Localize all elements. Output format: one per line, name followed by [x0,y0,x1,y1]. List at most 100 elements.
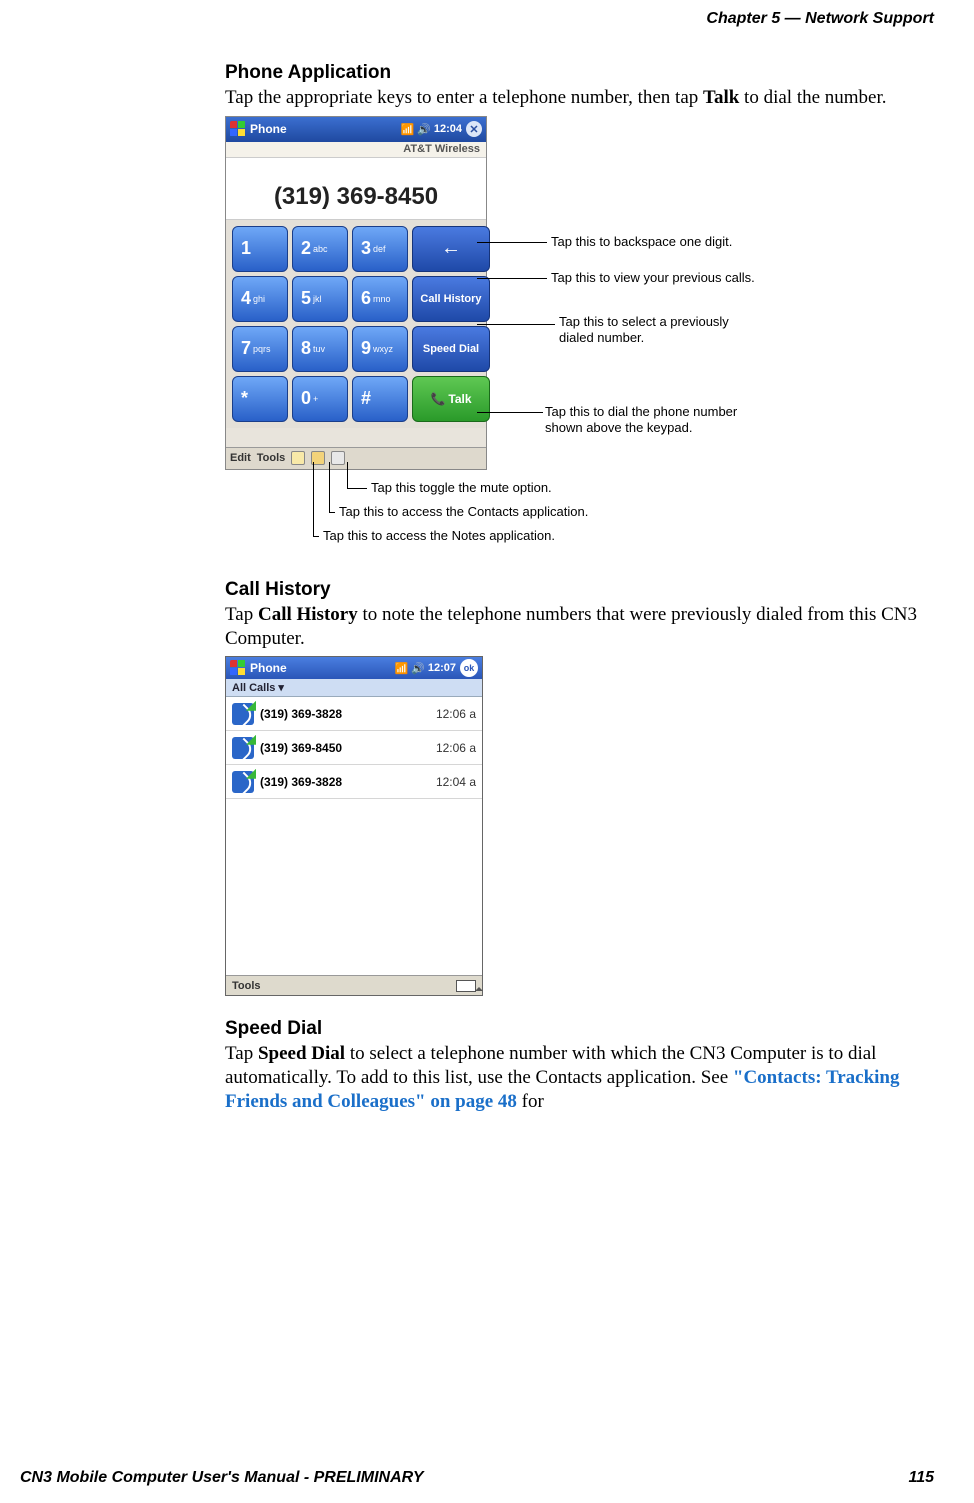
carrier-label: AT&T Wireless [226,142,486,158]
vline-contacts [329,462,330,512]
key-9-s: wxyz [373,344,393,354]
backspace-button[interactable]: ← [412,226,490,272]
key-7-n: 7 [241,338,251,359]
dialer-menubar: Edit Tools [226,447,486,469]
page-footer: CN3 Mobile Computer User's Manual - PREL… [0,1469,974,1487]
hline-contacts [329,512,335,513]
call-number: (319) 369-3828 [260,775,430,789]
callout-history: Tap this to view your previous calls. [551,270,755,286]
hline-notes [313,536,319,537]
speed-dial-heading: Speed Dial [225,1018,935,1040]
p3-a: Tap [225,1043,258,1064]
call-row[interactable]: (319) 369-3828 12:06 a [226,697,482,731]
call-number: (319) 369-3828 [260,707,430,721]
phone-dialer-screen: Phone 📶 🔊 12:04 ✕ AT&T Wireless (319) 36… [225,116,487,470]
key-hash[interactable]: # [352,376,408,422]
clock-text: 12:07 [428,662,456,674]
hline-mute [347,488,367,489]
call-history-paragraph: Tap Call History to note the telephone n… [225,603,935,651]
tools-menu[interactable]: Tools [257,452,286,464]
vline-notes [313,462,314,536]
talk-button[interactable]: 📞 Talk [412,376,490,422]
phone-handset-icon: 📞 [430,392,445,406]
key-8[interactable]: 8tuv [292,326,348,372]
key-star-n: * [241,388,248,409]
outgoing-call-icon [232,737,254,759]
key-9[interactable]: 9wxyz [352,326,408,372]
line-history [477,278,547,279]
key-7[interactable]: 7pqrs [232,326,288,372]
dialer-title: Phone [250,122,287,136]
speed-dial-button[interactable]: Speed Dial [412,326,490,372]
windows-flag-icon[interactable] [230,121,246,137]
dialer-keypad: 1 2abc 3def ← 4ghi 5jkl 6mno Call Histor… [226,220,486,428]
filter-label: All Calls [232,682,275,694]
speaker-icon: 🔊 [411,662,425,675]
call-filter-dropdown[interactable]: All Calls ▾ [226,679,482,697]
p2-a: Tap [225,604,258,625]
call-time: 12:06 a [436,741,476,755]
vline-mute [347,462,348,488]
phone-app-paragraph: Tap the appropriate keys to enter a tele… [225,86,935,110]
outgoing-call-icon [232,771,254,793]
ok-button[interactable]: ok [460,659,478,677]
p1-a: Tap the appropriate keys to enter a tele… [225,87,703,108]
signal-icon: 📶 [400,123,414,136]
tools-menu[interactable]: Tools [232,980,261,992]
p1-b: to dial the number. [739,87,886,108]
key-6[interactable]: 6mno [352,276,408,322]
calls-list: (319) 369-3828 12:06 a (319) 369-8450 12… [226,697,482,975]
notes-icon[interactable] [291,451,305,465]
edit-menu[interactable]: Edit [230,452,251,464]
key-4-n: 4 [241,288,251,309]
key-4[interactable]: 4ghi [232,276,288,322]
key-2-n: 2 [301,238,311,259]
line-speeddial [477,324,555,325]
status-icons: 📶 🔊 12:07 [394,662,456,675]
key-3[interactable]: 3def [352,226,408,272]
clock-text: 12:04 [434,123,462,135]
speed-dial-paragraph: Tap Speed Dial to select a telephone num… [225,1042,935,1113]
running-head: Chapter 5 — Network Support [706,10,934,28]
p3-c: for [517,1091,544,1112]
key-8-n: 8 [301,338,311,359]
close-icon[interactable]: ✕ [466,121,482,137]
page-content: Phone Application Tap the appropriate ke… [225,62,935,1120]
key-9-n: 9 [361,338,371,359]
call-time: 12:04 a [436,775,476,789]
callout-contacts: Tap this to access the Contacts applicat… [339,504,588,520]
callout-mute: Tap this toggle the mute option. [371,480,552,496]
callout-notes: Tap this to access the Notes application… [323,528,555,544]
p1-bold: Talk [703,87,739,108]
call-row[interactable]: (319) 369-3828 12:04 a [226,765,482,799]
key-2-s: abc [313,244,328,254]
signal-icon: 📶 [394,662,408,675]
callout-backspace: Tap this to backspace one digit. [551,234,732,250]
phone-app-heading: Phone Application [225,62,935,84]
footer-title: CN3 Mobile Computer User's Manual - PREL… [20,1469,424,1487]
key-8-s: tuv [313,344,325,354]
key-star[interactable]: * [232,376,288,422]
keyboard-toggle[interactable] [456,980,476,992]
call-history-heading: Call History [225,579,935,601]
key-1-n: 1 [241,238,251,259]
windows-flag-icon[interactable] [230,660,246,676]
p2-bold: Call History [258,604,358,625]
page-number: 115 [908,1469,934,1487]
key-3-s: def [373,244,386,254]
key-1[interactable]: 1 [232,226,288,272]
key-2[interactable]: 2abc [292,226,348,272]
history-menubar: Tools [226,975,482,995]
call-row[interactable]: (319) 369-8450 12:06 a [226,731,482,765]
key-5-n: 5 [301,288,311,309]
key-3-n: 3 [361,238,371,259]
call-history-button[interactable]: Call History [412,276,490,322]
key-0[interactable]: 0+ [292,376,348,422]
key-6-n: 6 [361,288,371,309]
mute-icon[interactable] [331,451,345,465]
history-title: Phone [250,661,287,675]
key-5-s: jkl [313,294,322,304]
key-0-s: + [313,394,318,404]
key-5[interactable]: 5jkl [292,276,348,322]
key-hash-n: # [361,388,371,409]
